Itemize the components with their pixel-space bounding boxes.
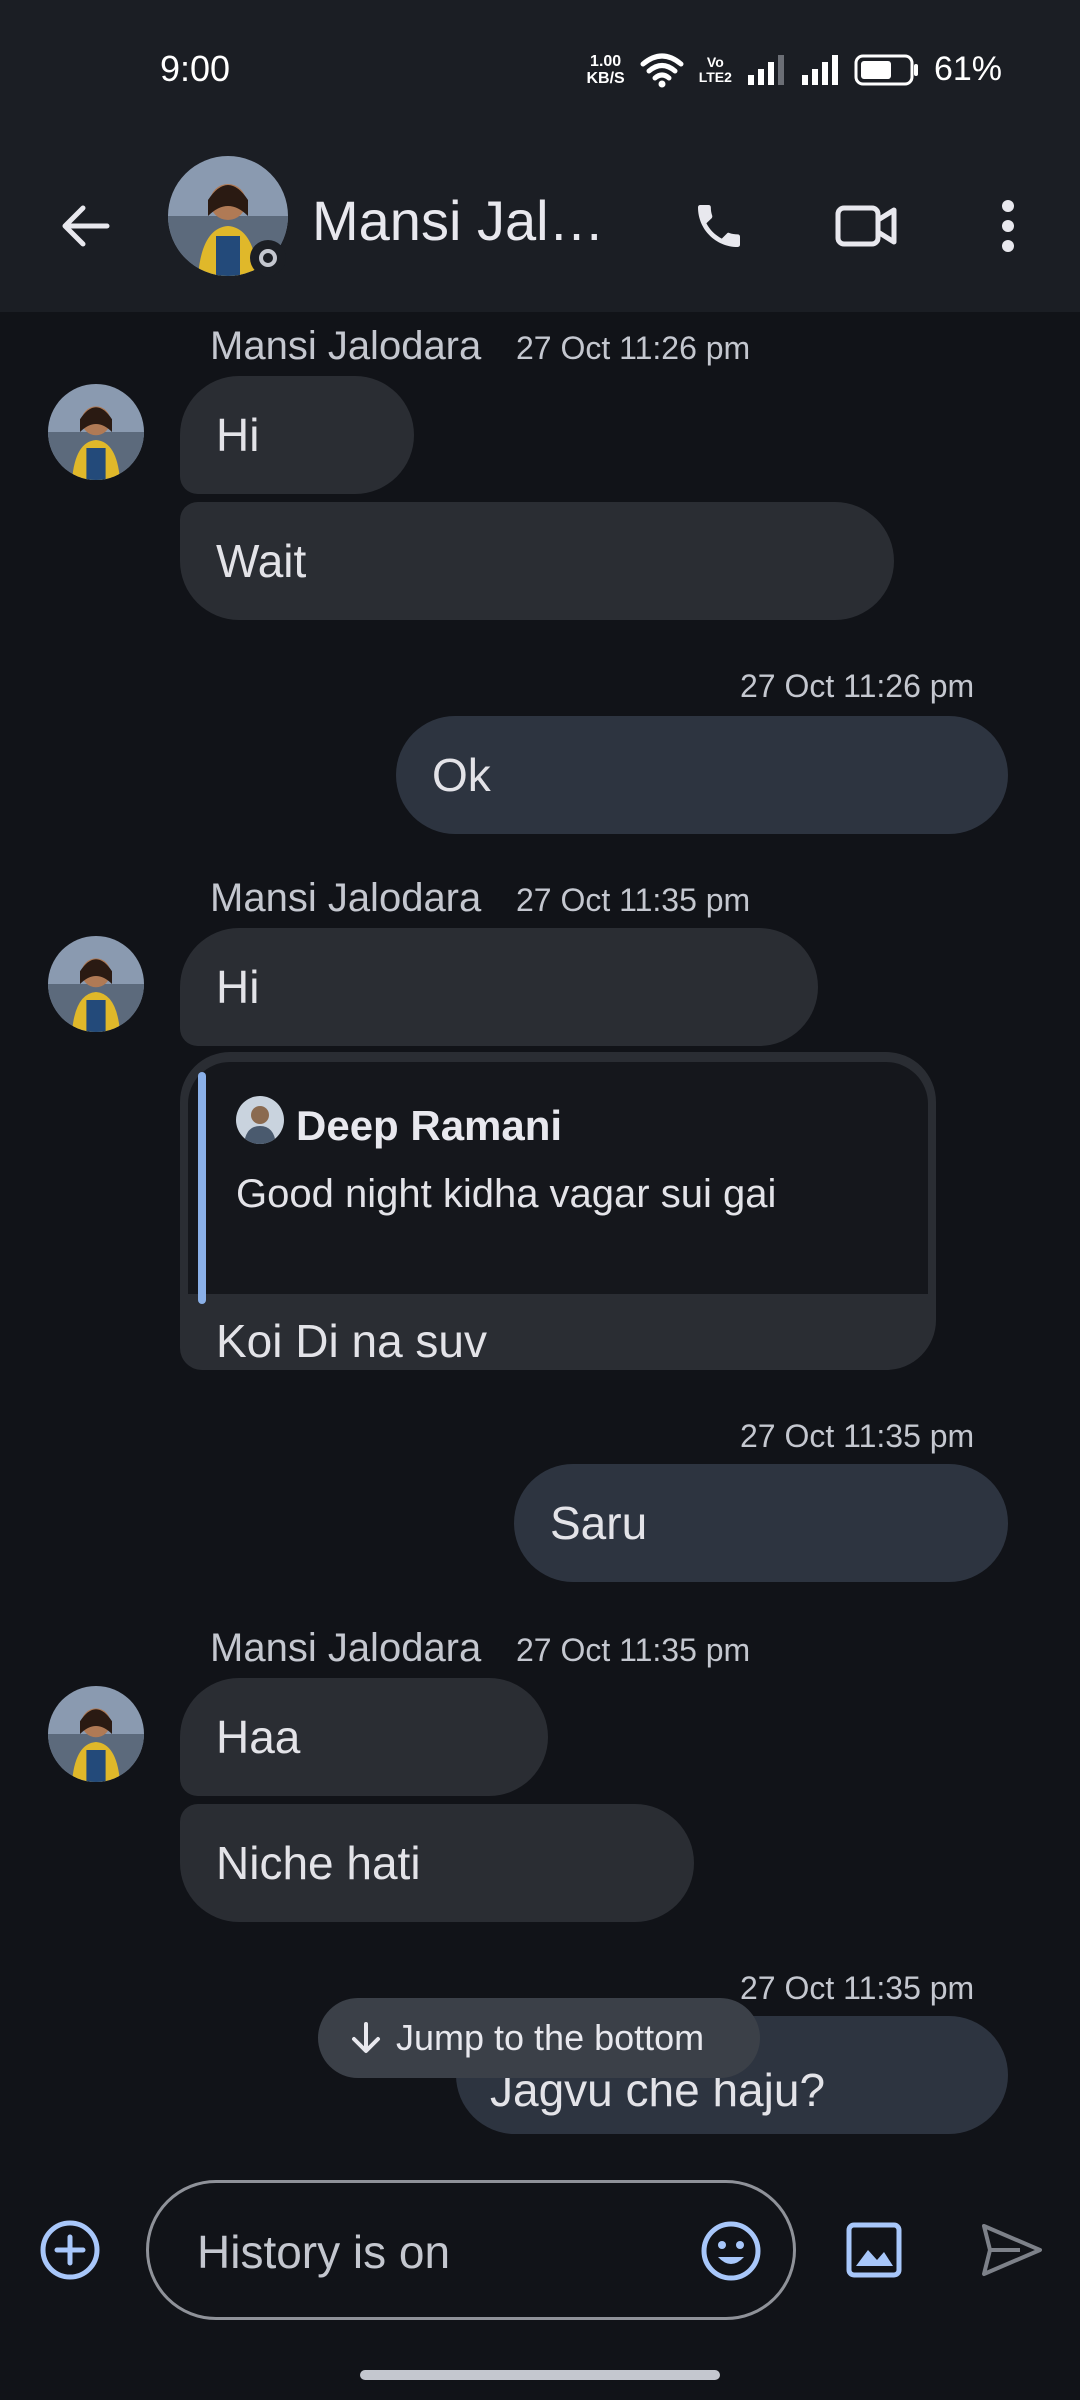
video-call-button[interactable] <box>820 186 912 266</box>
sender-avatar[interactable] <box>48 936 144 1032</box>
back-button[interactable] <box>40 186 130 266</box>
message-input[interactable] <box>195 2213 659 2291</box>
reply-message[interactable]: Deep Ramani Good night kidha vagar sui g… <box>180 1052 936 1370</box>
voice-call-button[interactable] <box>676 186 762 266</box>
send-icon <box>982 2224 1042 2276</box>
incoming-message[interactable]: Hi <box>180 376 414 494</box>
sender-name: Mansi Jalodara <box>210 876 482 920</box>
sender-avatar[interactable] <box>48 1686 144 1782</box>
quoted-message[interactable]: Deep Ramani Good night kidha vagar sui g… <box>188 1062 928 1304</box>
network-speed: 1.00 KB/S <box>587 53 625 87</box>
home-indicator[interactable] <box>360 2370 720 2380</box>
signal-icon <box>801 54 838 85</box>
quoted-author-avatar <box>236 1096 284 1144</box>
add-attachment-button[interactable] <box>32 2212 108 2288</box>
status-icons: 1.00 KB/S Vo LTE2 61% <box>587 50 1003 89</box>
quoted-text: Good night kidha vagar sui gai <box>236 1172 777 1216</box>
video-call-icon <box>835 205 897 247</box>
emoji-icon <box>701 2221 761 2281</box>
message-timestamp: 27 Oct 11:26 pm <box>740 668 975 704</box>
outgoing-message[interactable]: Ok <box>396 716 1008 834</box>
conversation-title[interactable]: Mansi Jalo… <box>312 188 632 253</box>
presence-indicator <box>250 240 286 276</box>
jump-to-bottom-button[interactable]: Jump to the bottom <box>318 1998 760 2078</box>
status-time: 9:00 <box>160 48 231 89</box>
arrow-left-icon <box>62 205 110 247</box>
network-speed-value: 1.00 <box>590 52 622 70</box>
volte-indicator: Vo LTE2 <box>698 53 732 85</box>
incoming-message[interactable]: Hi <box>180 928 818 1046</box>
sender-avatar[interactable] <box>48 384 144 480</box>
send-button[interactable] <box>972 2212 1052 2288</box>
message-timestamp: 27 Oct 11:26 pm <box>516 330 751 366</box>
message-timestamp: 27 Oct 11:35 pm <box>516 1632 751 1668</box>
incoming-message[interactable]: Wait <box>180 502 894 620</box>
message-timestamp: 27 Oct 11:35 pm <box>516 882 751 918</box>
message-timestamp: 27 Oct 11:35 pm <box>740 1970 975 2006</box>
sender-name: Mansi Jalodara <box>210 324 482 368</box>
signal-icon <box>747 54 784 85</box>
battery-percent: 61% <box>933 50 1002 88</box>
gallery-button[interactable] <box>836 2212 912 2288</box>
incoming-message[interactable]: Haa <box>180 1678 548 1796</box>
wifi-icon <box>640 53 684 87</box>
message-composer[interactable] <box>146 2180 796 2320</box>
message-timestamp: 27 Oct 11:35 pm <box>740 1418 975 1454</box>
outgoing-message[interactable]: Saru <box>514 1464 1008 1582</box>
volte-top: Vo <box>706 53 724 70</box>
phone-icon <box>698 205 740 247</box>
battery-icon <box>854 54 918 85</box>
status-bar: 9:00 1.00 KB/S Vo LTE2 61% <box>0 0 1080 140</box>
reply-text: Koi Di na suv <box>216 1315 488 1367</box>
quote-accent-bar <box>198 1072 206 1304</box>
jump-to-bottom-label: Jump to the bottom <box>396 2017 705 2058</box>
emoji-button[interactable] <box>695 2215 767 2287</box>
network-speed-unit: KB/S <box>586 69 625 87</box>
arrow-down-icon <box>352 2022 380 2053</box>
quoted-author-name: Deep Ramani <box>296 1102 563 1149</box>
incoming-message[interactable]: Niche hati <box>180 1804 694 1922</box>
more-vert-icon <box>1002 200 1014 252</box>
sender-name: Mansi Jalodara <box>210 1626 482 1670</box>
conversation-header: Mansi Jalo… <box>0 140 1080 312</box>
volte-bottom: LTE2 <box>698 68 732 85</box>
image-icon <box>846 2222 902 2278</box>
add-circle-icon <box>40 2220 100 2280</box>
more-options-button[interactable] <box>972 186 1044 266</box>
